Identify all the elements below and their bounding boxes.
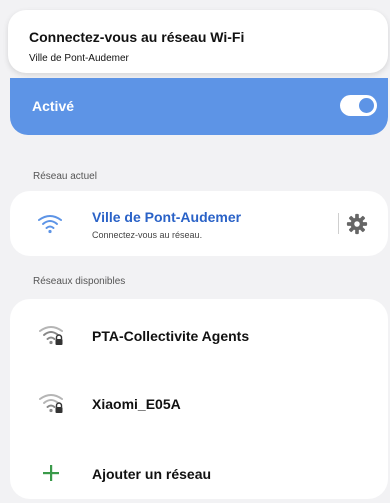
list-item[interactable]: Xiaomi_E05A — [10, 377, 388, 429]
plus-icon — [43, 465, 59, 481]
divider — [338, 213, 339, 234]
wifi-lock-icon — [39, 326, 63, 345]
wifi-icon — [38, 215, 62, 234]
notification-title: Connectez-vous au réseau Wi-Fi — [29, 29, 245, 45]
wifi-toggle-bar[interactable]: Activé — [10, 78, 388, 135]
switch-knob — [359, 98, 374, 113]
current-network-status: Connectez-vous au réseau. — [92, 230, 203, 240]
wifi-toggle-label: Activé — [32, 98, 75, 114]
wifi-login-notification[interactable]: Connectez-vous au réseau Wi-Fi Ville de … — [8, 10, 388, 73]
current-network-ssid: Ville de Pont-Audemer — [92, 209, 242, 225]
available-networks-card: PTA-Collectivite Agents Xiaomi_E05A Ajou… — [10, 299, 388, 499]
network-ssid: PTA-Collectivite Agents — [92, 328, 250, 344]
list-item[interactable]: PTA-Collectivite Agents — [10, 309, 388, 361]
network-ssid: Xiaomi_E05A — [92, 396, 181, 412]
wifi-switch[interactable] — [340, 95, 377, 116]
available-networks-section-title: Réseaux disponibles — [33, 276, 126, 287]
current-network-section-title: Réseau actuel — [33, 171, 97, 182]
wifi-lock-icon — [39, 394, 63, 413]
add-network-label: Ajouter un réseau — [92, 466, 212, 482]
add-network-button[interactable]: Ajouter un réseau — [10, 447, 388, 499]
notification-subtitle: Ville de Pont-Audemer — [29, 53, 129, 64]
gear-icon[interactable] — [346, 213, 368, 235]
current-network-card[interactable]: Ville de Pont-Audemer Connectez-vous au … — [10, 191, 388, 256]
